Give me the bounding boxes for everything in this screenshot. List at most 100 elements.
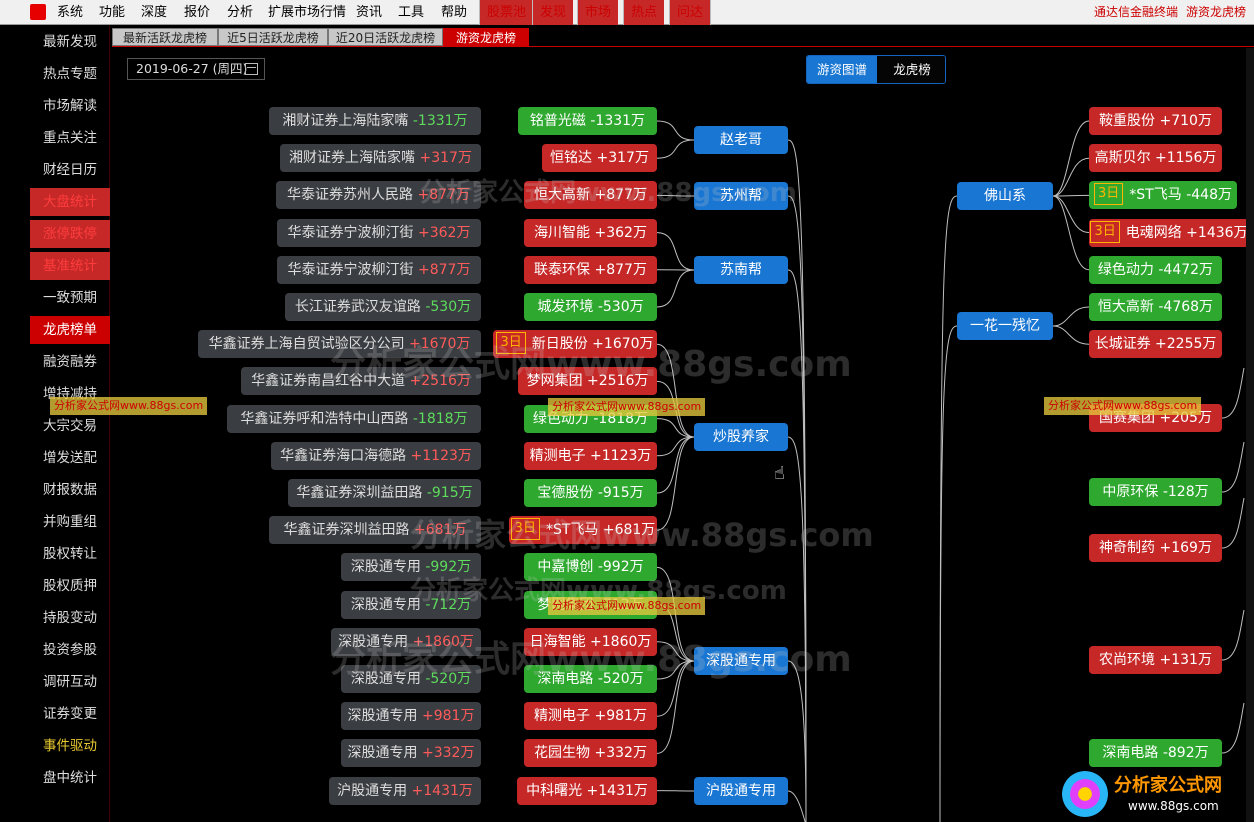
- three-day-tag: 3日: [1094, 183, 1124, 206]
- seat-name: 深股通专用: [347, 745, 418, 762]
- seat-name: 华泰证券苏州人民路: [287, 187, 414, 204]
- group-node[interactable]: 沪股通专用: [694, 777, 788, 805]
- watermark-text: 分析家公式网www.88gs.com: [410, 516, 874, 554]
- group-name: 沪股通专用: [706, 783, 776, 799]
- seat-amount: +317万: [415, 150, 472, 167]
- connector-line: [939, 195, 958, 822]
- seat-node[interactable]: 华鑫证券海口海德路 +1123万: [271, 441, 481, 470]
- watermark-badge: 分析家公式网www.88gs.com: [50, 397, 208, 415]
- watermark-badge: 分析家公式网www.88gs.com: [548, 597, 706, 615]
- connector-line: [1052, 325, 1090, 345]
- seat-node[interactable]: 长江证券武汉友谊路 -530万: [285, 293, 481, 321]
- connector-line: [656, 139, 695, 159]
- stock-name: 精测电子: [534, 708, 591, 725]
- connector-line: [1052, 120, 1090, 197]
- seat-name: 沪股通专用: [337, 782, 408, 799]
- stock-name: 城发环境: [537, 299, 594, 315]
- connector-line: [656, 120, 695, 141]
- seat-amount: -1818万: [408, 410, 468, 427]
- stock-name: 高斯贝尔: [1094, 150, 1151, 167]
- stock-name: 中科曙光: [526, 782, 583, 799]
- vertical-scrollbar[interactable]: [1246, 48, 1254, 822]
- stock-node[interactable]: 恒铭达 +317万: [542, 144, 657, 173]
- seat-node[interactable]: 深股通专用 +981万: [341, 702, 481, 731]
- seat-amount: +981万: [417, 708, 475, 725]
- group-node[interactable]: 佛山系: [957, 182, 1053, 210]
- stock-amount: +169万: [1155, 540, 1212, 556]
- seat-node[interactable]: 华泰证券宁波柳汀街 +877万: [277, 255, 481, 284]
- stock-amount: +1431万: [582, 782, 648, 799]
- stock-node[interactable]: 海川智能 +362万: [524, 218, 657, 247]
- stock-node[interactable]: 绿色动力 -4472万: [1089, 255, 1222, 284]
- stock-name: 中原环保: [1102, 484, 1159, 500]
- seat-node[interactable]: 湘财证券上海陆家嘴 -1331万: [269, 107, 481, 135]
- seat-node[interactable]: 深股通专用 +332万: [341, 739, 481, 768]
- group-name: 赵老哥: [720, 132, 762, 148]
- watermark-text: 分析家公式网www.88gs.com: [330, 639, 852, 680]
- stock-node[interactable]: 中原环保 -128万: [1089, 478, 1222, 506]
- group-node[interactable]: 一花一残忆: [957, 312, 1053, 340]
- group-node[interactable]: 赵老哥: [694, 126, 788, 154]
- watermark-badge: 分析家公式网www.88gs.com: [1044, 397, 1202, 415]
- stock-amount: +2255万: [1150, 336, 1217, 353]
- stock-node[interactable]: 城发环境 -530万: [524, 293, 657, 321]
- stock-name: 精测电子: [529, 447, 586, 464]
- connector-line: [1052, 195, 1090, 234]
- seat-amount: -915万: [422, 485, 473, 501]
- connector-line: [1052, 157, 1090, 197]
- stock-node[interactable]: 深南电路 -892万: [1089, 739, 1222, 767]
- seat-amount: +1431万: [407, 782, 473, 799]
- stock-name: 铭普光磁: [529, 113, 586, 129]
- stock-node[interactable]: 中科曙光 +1431万: [517, 776, 657, 805]
- stock-name: 宝德股份: [537, 485, 594, 501]
- stock-node[interactable]: 长城证券 +2255万: [1089, 330, 1222, 359]
- seat-node[interactable]: 华鑫证券深圳益田路 -915万: [288, 479, 481, 507]
- stock-node[interactable]: 神奇制药 +169万: [1089, 534, 1222, 562]
- stock-amount: +710万: [1155, 113, 1212, 129]
- seat-name: 华鑫证券海口海德路: [280, 447, 407, 464]
- group-node[interactable]: 炒股养家: [694, 423, 788, 451]
- stock-node[interactable]: 3日 *ST飞马 -448万: [1089, 181, 1237, 210]
- stock-amount: -1331万: [585, 113, 646, 129]
- stock-name: 恒大高新: [1097, 299, 1154, 315]
- stock-node[interactable]: 精测电子 +981万: [524, 702, 657, 731]
- connector-line: [1221, 609, 1245, 661]
- stock-node[interactable]: 联泰环保 +877万: [524, 255, 657, 284]
- seat-amount: +332万: [417, 745, 475, 762]
- seat-name: 华泰证券宁波柳汀街: [287, 261, 414, 278]
- three-day-tag: 3日: [1090, 220, 1120, 243]
- stock-node[interactable]: 恒大高新 -4768万: [1089, 293, 1222, 321]
- stock-node[interactable]: 3日 电魂网络 +1436万: [1089, 218, 1249, 247]
- stock-amount: +1123万: [585, 447, 652, 464]
- stock-amount: +332万: [590, 745, 647, 762]
- stock-amount: +981万: [590, 708, 647, 725]
- seat-node[interactable]: 华鑫证券呼和浩特中山西路 -1818万: [227, 404, 481, 433]
- stock-node[interactable]: 农尚环境 +131万: [1089, 646, 1222, 674]
- stock-node[interactable]: 精测电子 +1123万: [524, 441, 657, 470]
- watermark-badge: 分析家公式网www.88gs.com: [548, 398, 706, 416]
- stock-name: 海川智能: [534, 224, 591, 241]
- stock-name: 电魂网络: [1125, 224, 1182, 241]
- hand-cursor-icon: ☝: [774, 463, 785, 484]
- stock-node[interactable]: 宝德股份 -915万: [524, 479, 657, 507]
- stock-node[interactable]: 高斯贝尔 +1156万: [1089, 144, 1222, 173]
- stock-amount: +877万: [590, 261, 647, 278]
- seat-node[interactable]: 湘财证券上海陆家嘴 +317万: [280, 144, 481, 173]
- flower-logo-icon: [1062, 771, 1108, 817]
- seat-node[interactable]: 沪股通专用 +1431万: [329, 776, 481, 805]
- seat-name: 华鑫证券深圳益田路: [283, 522, 410, 539]
- group-node[interactable]: 苏南帮: [694, 256, 788, 284]
- seat-name: 湘财证券上海陆家嘴: [289, 150, 416, 167]
- stock-node[interactable]: 鞍重股份 +710万: [1089, 107, 1222, 135]
- stock-amount: -448万: [1181, 187, 1232, 204]
- stock-name: 鞍重股份: [1099, 113, 1156, 129]
- stock-amount: +131万: [1155, 652, 1212, 668]
- brand-logo: 分析家公式网 www.88gs.com: [1058, 765, 1254, 822]
- seat-node[interactable]: 华泰证券宁波柳汀街 +362万: [277, 218, 481, 247]
- connector-line: [1052, 195, 1090, 271]
- stock-amount: -915万: [593, 485, 644, 501]
- connector-line: [1221, 367, 1245, 419]
- stock-node[interactable]: 花园生物 +332万: [524, 739, 657, 768]
- stock-node[interactable]: 铭普光磁 -1331万: [518, 107, 657, 135]
- seat-amount: -530万: [420, 299, 472, 315]
